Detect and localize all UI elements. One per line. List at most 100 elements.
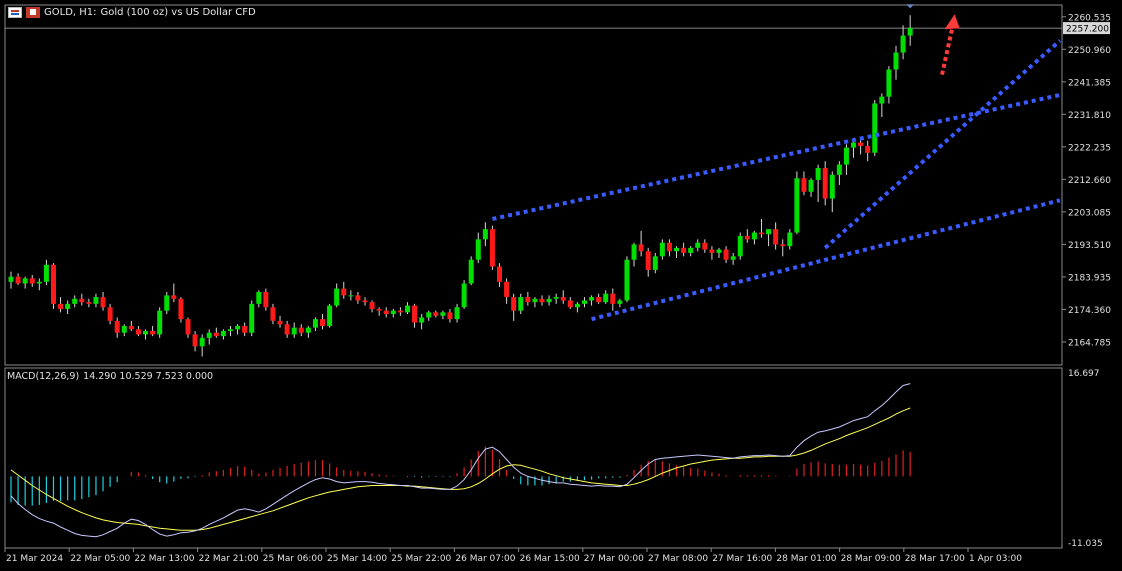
candle-bull — [695, 242, 701, 248]
candle-bull — [907, 28, 913, 36]
candle-bull — [454, 307, 460, 320]
candle-bear — [128, 325, 134, 330]
candle-bear — [284, 324, 290, 335]
trend-line-channel-lower — [591, 198, 1061, 322]
candle-bear — [560, 297, 566, 301]
time-tick-label: 1 Apr 03:00 — [969, 554, 1022, 564]
candle-bull — [589, 297, 595, 301]
time-tick-label: 27 Mar 08:00 — [648, 554, 708, 564]
candle-bear — [270, 307, 276, 321]
candle-bear — [723, 249, 729, 260]
candle-bear — [86, 302, 92, 304]
symbol-label: GOLD, H1: — [44, 6, 97, 18]
candle-bear — [397, 310, 403, 313]
candle-bear — [150, 331, 156, 335]
candle-bull — [886, 69, 892, 97]
candle-bear — [567, 300, 573, 308]
time-tick-label: 22 Mar 13:00 — [134, 554, 194, 564]
candle-bear — [666, 242, 672, 252]
candle-bear — [447, 312, 453, 320]
candle-bear — [610, 293, 616, 304]
candle-bull — [688, 247, 694, 253]
macd-axis-bottom-label: -11.035 — [1068, 539, 1103, 549]
candle-bull — [617, 300, 623, 304]
candle-bull — [93, 297, 99, 304]
candle-bull — [581, 300, 587, 304]
time-tick-label: 27 Mar 00:00 — [584, 554, 644, 564]
candle-bear — [497, 266, 503, 282]
price-tick-label: 2203.085 — [1068, 208, 1111, 218]
candle-bear — [29, 278, 35, 284]
macd-label: MACD(12,26,9) 14.290 10.529 7.523 0.000 — [7, 371, 213, 382]
candle-bear — [744, 235, 750, 240]
candle-bear — [511, 297, 517, 311]
chart-canvas: 2260.535 2250.960 2241.385 2231.810 2222.235… — [4, 4, 1111, 564]
candle-bear — [504, 281, 510, 298]
candle-bear — [865, 145, 871, 153]
candle-bear — [355, 295, 361, 301]
candle-bull — [8, 276, 14, 282]
candle-bull — [334, 288, 340, 306]
candle-bear — [539, 298, 545, 303]
candle-bull — [836, 164, 842, 175]
candle-bull — [235, 325, 241, 330]
candle-bear — [298, 327, 304, 333]
flag-icon[interactable] — [26, 6, 40, 18]
candle-bull — [518, 297, 524, 311]
time-tick-label: 26 Mar 15:00 — [520, 554, 580, 564]
candle-bull — [36, 281, 42, 284]
time-tick-label: 28 Mar 09:00 — [841, 554, 901, 564]
macd-main-line — [10, 383, 911, 538]
candle-bear — [320, 319, 326, 326]
candle-bull — [199, 337, 205, 347]
candle-bull — [482, 229, 488, 240]
candle-bear — [362, 300, 368, 303]
candle-bear — [58, 303, 64, 309]
candle-bull — [220, 331, 226, 337]
candle-bull — [624, 259, 630, 301]
candle-bear — [709, 249, 715, 253]
chart-grid-icon[interactable] — [8, 6, 22, 18]
candle-bull — [603, 293, 609, 303]
candle-bull — [893, 52, 899, 70]
candle-bull — [851, 142, 857, 148]
candle-bull — [65, 303, 71, 309]
candle-bear — [433, 312, 439, 316]
price-tick-label: 2241.385 — [1068, 78, 1111, 88]
price-tick-label: 2164.785 — [1068, 338, 1111, 348]
candle-bull — [872, 103, 878, 153]
candle-bear — [822, 168, 828, 199]
candle-bull — [419, 317, 425, 323]
candle-bull — [716, 249, 722, 253]
candle-bull — [121, 325, 127, 333]
candle-bull — [674, 247, 680, 252]
candle-bear — [242, 325, 248, 333]
candle-bear — [645, 251, 651, 270]
candle-bull — [730, 256, 736, 260]
candle-bull — [879, 96, 885, 104]
candle-bull — [390, 310, 396, 315]
candle-bear — [135, 329, 141, 335]
candle-bull — [574, 303, 580, 308]
candle-bear — [114, 320, 120, 333]
candle-bear — [638, 244, 644, 252]
price-tick-label: 2250.960 — [1068, 46, 1111, 56]
time-tick-label: 22 Mar 05:00 — [70, 554, 130, 564]
candle-bull — [652, 256, 658, 270]
candle-bull — [227, 329, 233, 332]
candle-bull — [532, 298, 538, 303]
candle-bull — [787, 232, 793, 247]
time-tick-label: 26 Mar 07:00 — [455, 554, 515, 564]
candle-bull — [794, 178, 800, 233]
candle-bear — [758, 232, 764, 235]
price-tick-label: 2231.810 — [1068, 111, 1111, 121]
candle-bear — [489, 229, 495, 267]
time-tick-label: 25 Mar 06:00 — [263, 554, 323, 564]
candle-bull — [475, 239, 481, 260]
candle-bear — [525, 297, 531, 303]
macd-name: MACD(12,26,9) — [7, 371, 80, 382]
price-tick-label: 2174.360 — [1068, 306, 1111, 316]
candle-bull — [829, 174, 835, 199]
candle-bear — [100, 297, 106, 308]
candle-bull — [157, 310, 163, 335]
